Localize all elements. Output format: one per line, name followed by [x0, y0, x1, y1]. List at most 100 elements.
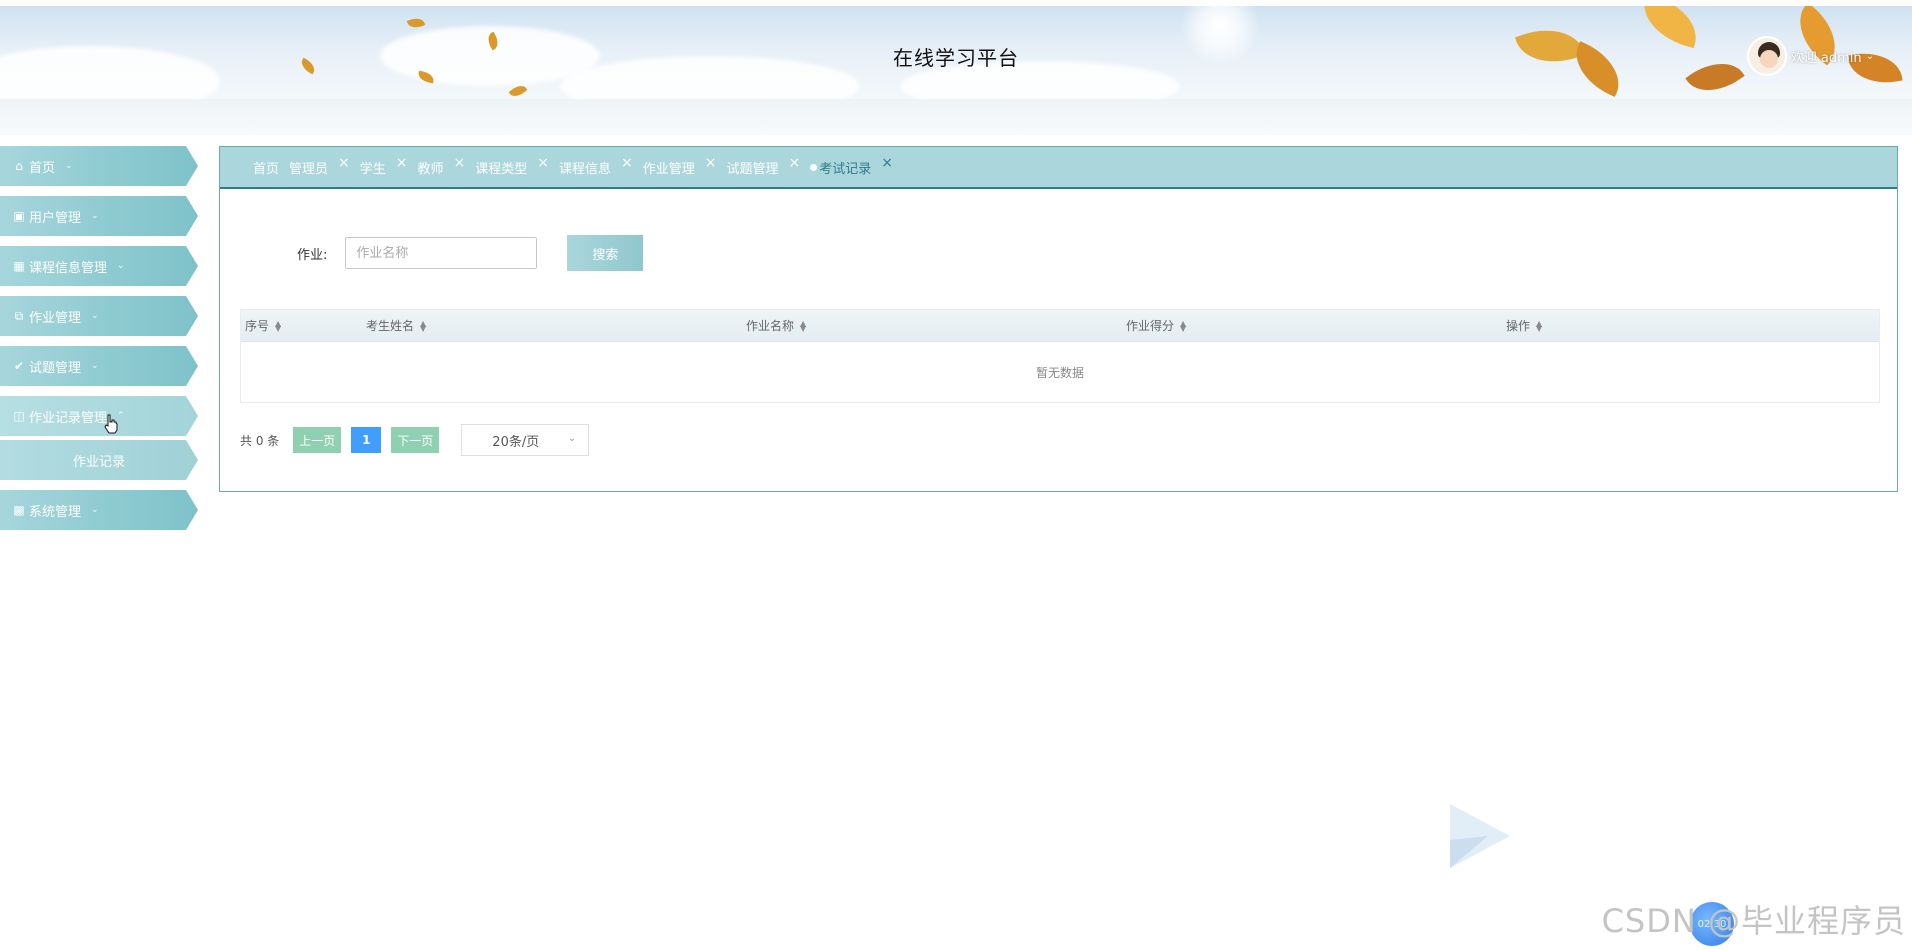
sidebar-item-questions[interactable]: ✔ 试题管理 ⌄ — [0, 346, 198, 386]
chevron-down-icon: ⌄ — [567, 433, 577, 444]
sidebar-item-label: 作业管理 — [29, 310, 82, 326]
avatar[interactable] — [1746, 36, 1787, 76]
header-banner: 在线学习平台 欢迎 admin ⌄ — [0, 6, 1912, 99]
tab-label: 考试记录 — [819, 161, 872, 177]
active-dot-icon — [810, 163, 818, 171]
tab-label: 学生 — [359, 161, 386, 177]
leaf-decoration — [406, 15, 426, 31]
tab-admin[interactable]: 管理员 × — [289, 155, 350, 177]
sidebar-item-label: 系统管理 — [29, 504, 82, 520]
close-icon[interactable]: × — [396, 155, 408, 171]
sidebar-item-homework-records[interactable]: ◫ 作业记录管理 ⌃ — [0, 396, 198, 436]
tab-label: 首页 — [253, 161, 280, 177]
submenu-item-label: 作业记录 — [72, 454, 125, 470]
user-card-icon: ▣ — [13, 209, 25, 223]
welcome-text[interactable]: 欢迎 admin — [1791, 47, 1862, 66]
sidebar-item-system[interactable]: ▩ 系统管理 ⌄ — [0, 490, 198, 530]
tab-label: 作业管理 — [642, 161, 695, 177]
close-icon[interactable]: × — [454, 155, 466, 171]
search-input[interactable] — [345, 237, 538, 269]
chevron-down-icon: ⌄ — [65, 161, 73, 171]
chevron-down-icon: ⌄ — [91, 311, 99, 321]
column-label: 作业名称 — [746, 319, 795, 333]
sort-icon[interactable]: ▲ ▼ — [275, 319, 281, 332]
page-size-select[interactable]: 20条/页 ⌄ — [461, 424, 590, 456]
sidebar-item-label: 首页 — [29, 160, 56, 176]
tab-label: 管理员 — [289, 161, 329, 177]
close-icon[interactable]: × — [338, 155, 350, 171]
tab-course-info[interactable]: 课程信息 × — [559, 155, 633, 177]
player-logo-icon — [1450, 804, 1510, 868]
check-circle-icon: ✔ — [13, 359, 25, 373]
sidebar-item-user-management[interactable]: ▣ 用户管理 ⌄ — [0, 196, 198, 236]
grid-icon: ▦ — [13, 259, 25, 273]
site-title: 在线学习平台 — [893, 46, 1019, 70]
tab-bar: 首页 管理员 × 学生 × 教师 × 课程类型 × 课程信息 × 作业管理 × … — [220, 147, 1897, 189]
sidebar-item-course-info[interactable]: ▦ 课程信息管理 ⌄ — [0, 246, 198, 286]
sidebar-item-home[interactable]: ⌂ 首页 ⌄ — [0, 146, 198, 186]
table-header: 序号 ▲ ▼ 考生姓名 ▲ ▼ 作业名称 ▲ ▼ 作业得分 ▲ ▼ 操作 ▲ ▼ — [241, 310, 1879, 342]
column-label: 操作 — [1506, 319, 1531, 333]
sort-icon[interactable]: ▲ ▼ — [420, 319, 426, 332]
page-size-value: 20条/页 — [492, 434, 540, 450]
close-icon[interactable]: × — [621, 155, 633, 171]
chevron-down-icon: ⌄ — [117, 261, 125, 271]
tab-label: 课程信息 — [559, 161, 612, 177]
sort-icon[interactable]: ▲ ▼ — [1536, 319, 1542, 332]
pagination-total: 共 0 条 — [240, 433, 280, 448]
submenu-item-homework-record[interactable]: 作业记录 — [0, 440, 198, 480]
sidebar-item-label: 课程信息管理 — [29, 260, 108, 276]
sidebar-item-label: 试题管理 — [29, 360, 82, 376]
close-icon[interactable]: × — [881, 155, 893, 171]
sort-icon[interactable]: ▲ ▼ — [1180, 319, 1186, 332]
close-icon[interactable]: × — [705, 155, 717, 171]
home-icon: ⌂ — [15, 159, 23, 173]
column-header-homework-name[interactable]: 作业名称 ▲ ▼ — [742, 317, 1122, 334]
chevron-up-icon: ⌃ — [117, 411, 125, 421]
chevron-down-icon: ⌄ — [91, 361, 99, 371]
sidebar-item-homework[interactable]: ⧉ 作业管理 ⌄ — [0, 296, 198, 336]
settings-doc-icon: ▩ — [13, 503, 25, 517]
tab-teacher[interactable]: 教师 × — [417, 155, 466, 177]
column-header-student-name[interactable]: 考生姓名 ▲ ▼ — [362, 317, 742, 334]
chevron-down-icon: ⌄ — [1865, 50, 1874, 62]
tab-label: 试题管理 — [726, 161, 779, 177]
tab-label: 课程类型 — [475, 161, 528, 177]
hand-cursor-icon — [104, 414, 118, 434]
pagination: 共 0 条 上一页 1 下一页 20条/页 ⌄ — [240, 424, 590, 456]
sort-icon[interactable]: ▲ ▼ — [800, 319, 806, 332]
chevron-down-icon: ⌄ — [91, 505, 99, 515]
chevron-down-icon: ⌄ — [91, 211, 99, 221]
tab-label: 教师 — [417, 161, 444, 177]
close-icon[interactable]: × — [537, 155, 549, 171]
tab-homework[interactable]: 作业管理 × — [642, 155, 717, 177]
prev-page-button[interactable]: 上一页 — [293, 427, 342, 453]
search-form: 作业: 搜索 — [297, 235, 644, 271]
data-table: 序号 ▲ ▼ 考生姓名 ▲ ▼ 作业名称 ▲ ▼ 作业得分 ▲ ▼ 操作 ▲ ▼ 暂无数据 — [240, 309, 1880, 403]
user-menu[interactable]: 欢迎 admin ⌄ — [1746, 36, 1874, 76]
tab-exam-records[interactable]: 考试记录 × — [810, 155, 893, 177]
csdn-watermark: CSDN @毕业程序员 — [1601, 902, 1906, 940]
sidebar-item-label: 用户管理 — [29, 210, 82, 226]
layers-icon: ⧉ — [14, 308, 24, 323]
sidebar-item-label: 作业记录管理 — [29, 410, 108, 426]
empty-text: 暂无数据 — [1035, 365, 1084, 380]
search-label: 作业: — [297, 247, 328, 263]
main-panel: 首页 管理员 × 学生 × 教师 × 课程类型 × 课程信息 × 作业管理 × … — [219, 146, 1898, 492]
column-label: 考生姓名 — [366, 319, 415, 333]
table-empty-state: 暂无数据 — [241, 342, 1879, 402]
next-page-button[interactable]: 下一页 — [391, 427, 440, 453]
tab-questions[interactable]: 试题管理 × — [726, 155, 801, 177]
search-button[interactable]: 搜索 — [567, 235, 644, 271]
close-icon[interactable]: × — [789, 155, 801, 171]
column-header-score[interactable]: 作业得分 ▲ ▼ — [1122, 317, 1502, 334]
column-header-index[interactable]: 序号 ▲ ▼ — [241, 317, 362, 334]
tab-course-type[interactable]: 课程类型 × — [475, 155, 549, 177]
tab-student[interactable]: 学生 × — [359, 155, 408, 177]
book-icon: ◫ — [13, 409, 25, 423]
tab-home[interactable]: 首页 — [253, 158, 279, 177]
column-header-actions[interactable]: 操作 ▲ ▼ — [1502, 317, 1872, 334]
column-label: 序号 — [245, 319, 270, 333]
sidebar: ⌂ 首页 ⌄ ▣ 用户管理 ⌄ ▦ 课程信息管理 ⌄ ⧉ 作业管理 ⌄ ✔ 试题… — [0, 146, 200, 540]
page-number-button[interactable]: 1 — [351, 427, 382, 453]
